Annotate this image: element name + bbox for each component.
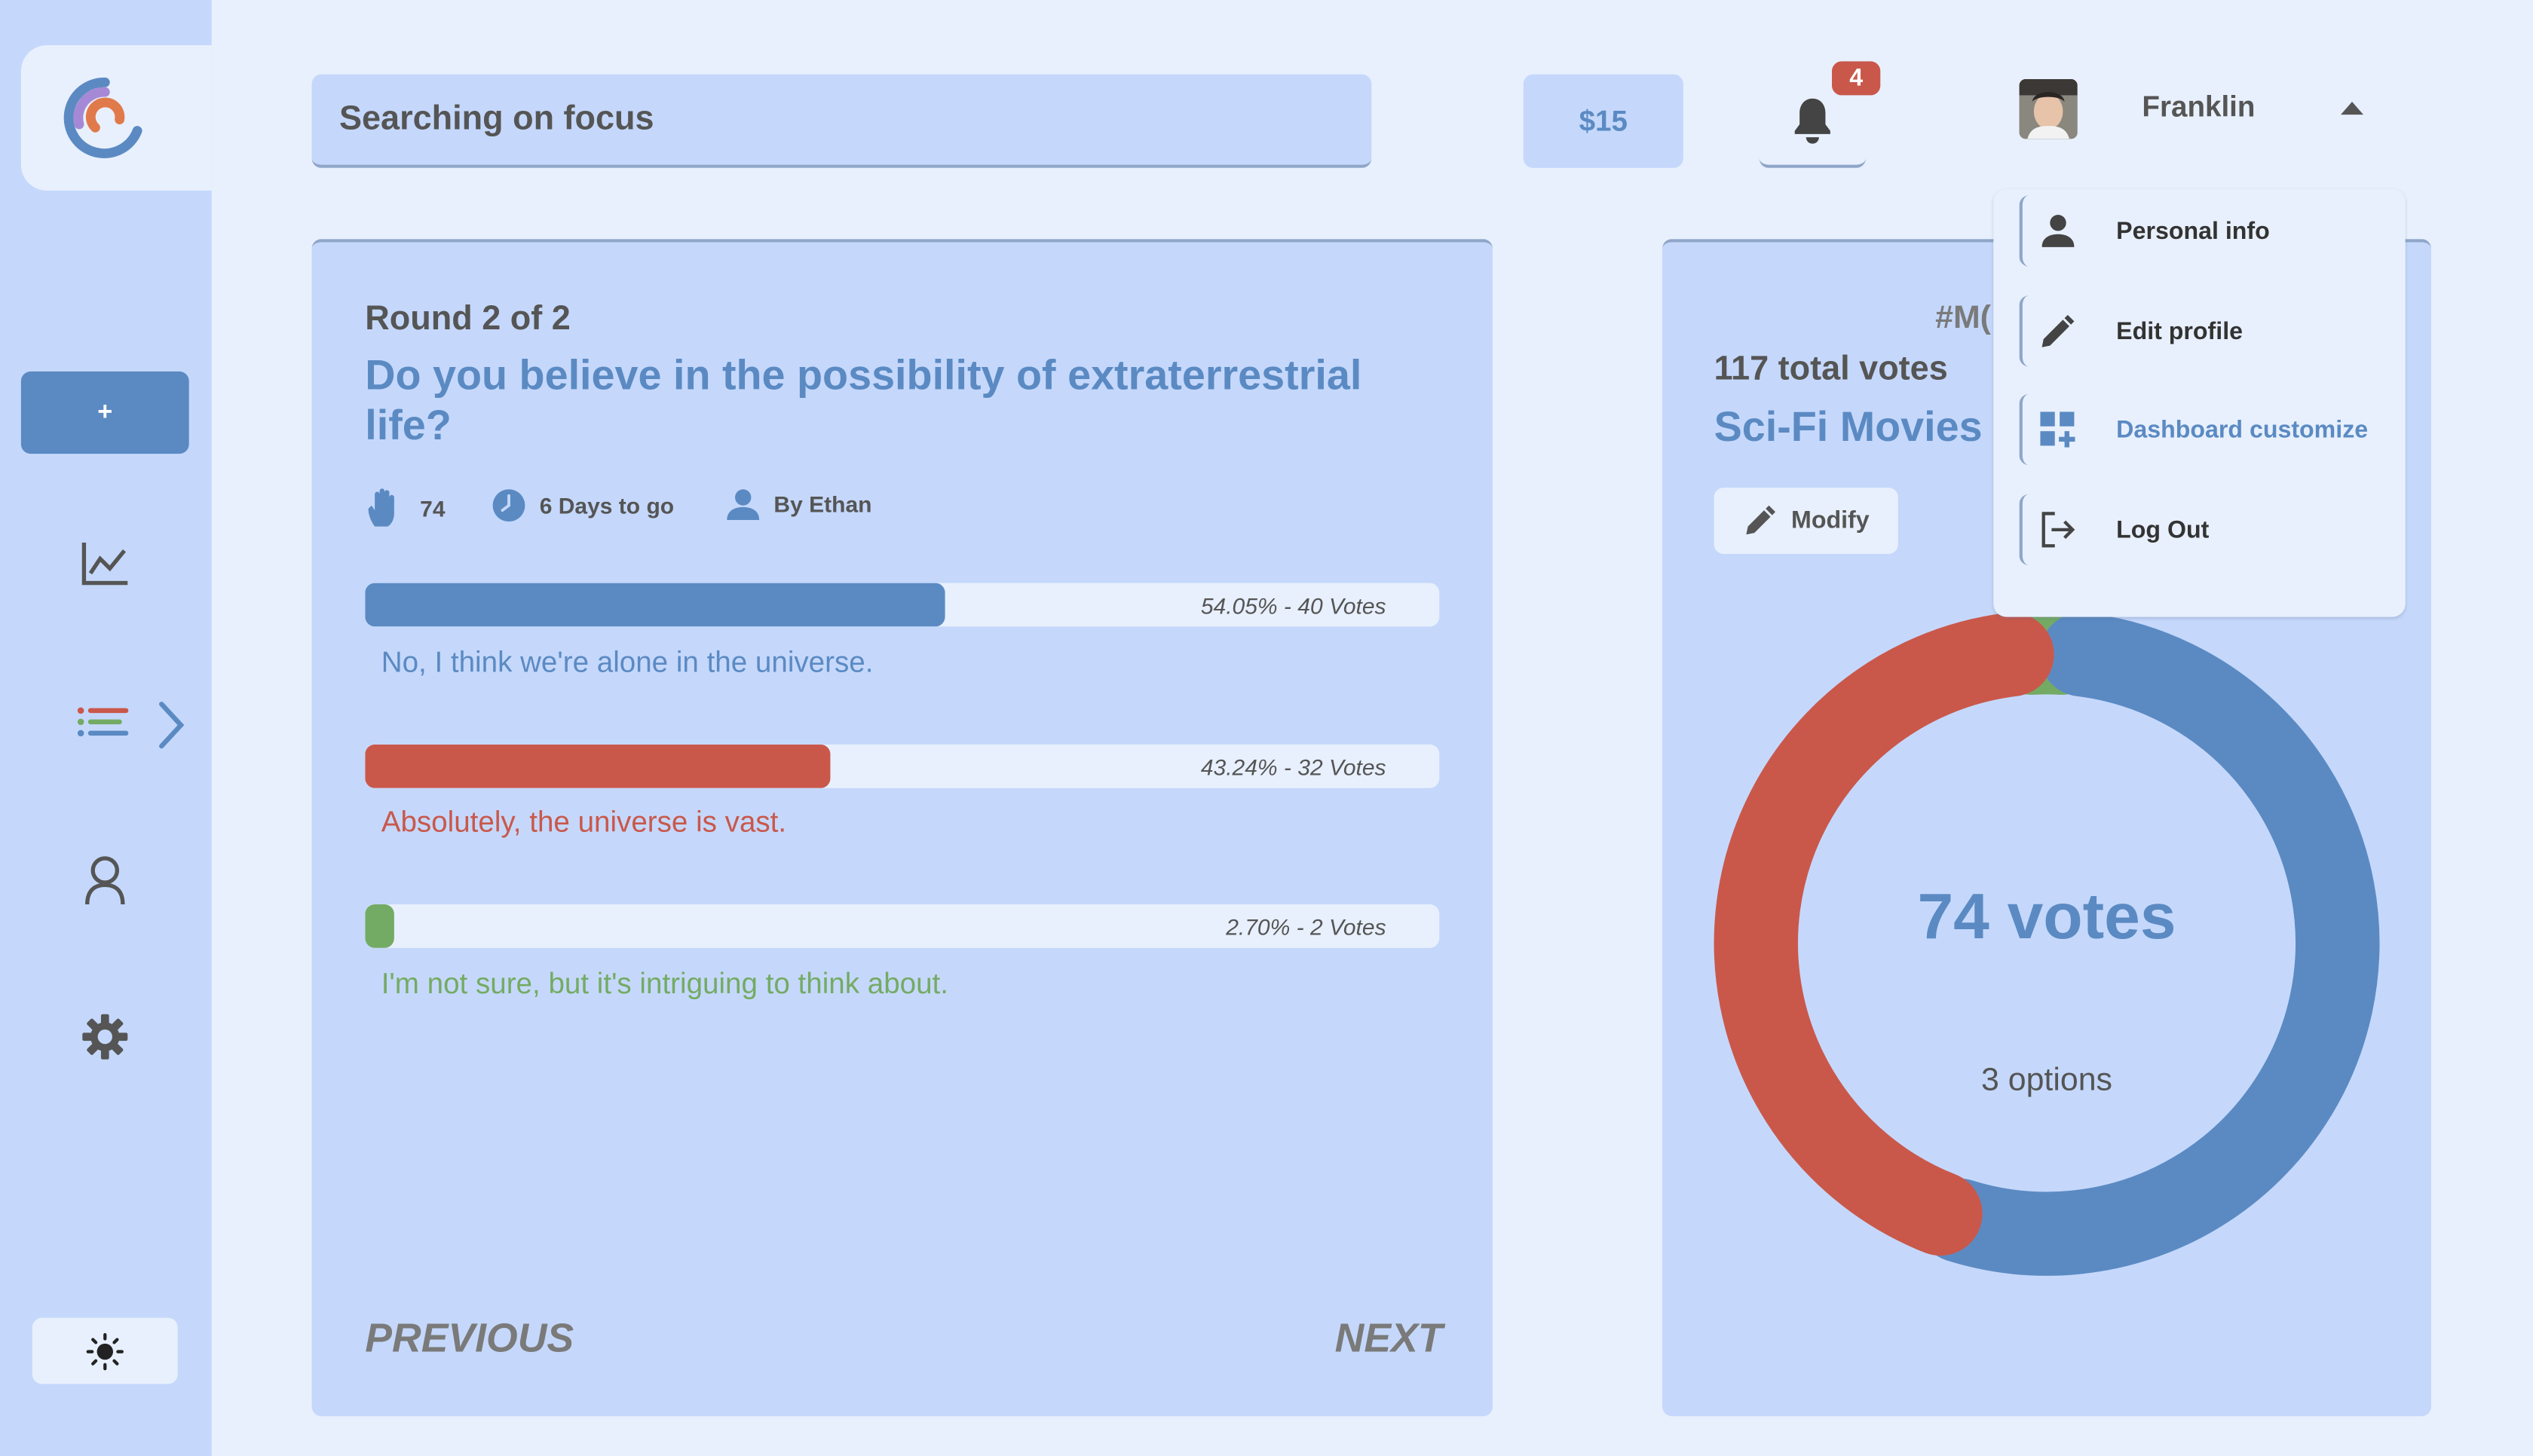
donut-total-votes: 74 votes [1917, 882, 2176, 953]
result-text: 2.70% - 2 Votes [1226, 913, 1386, 941]
result-fill [365, 583, 946, 627]
sidebar-item-polls[interactable] [71, 694, 200, 755]
deadline-meta: 6 Days to go [491, 488, 674, 523]
option-label[interactable]: No, I think we're alone in the universe. [381, 646, 874, 680]
menu-item-label: Log Out [2116, 515, 2210, 544]
author-name: By Ethan [773, 491, 872, 517]
menu-item-edit-profile[interactable]: Edit profile [2019, 295, 2406, 367]
poll-hashtag: #M( [1935, 300, 1991, 336]
next-button[interactable]: NEXT [1335, 1316, 1443, 1363]
clock-icon [492, 489, 525, 522]
modify-label: Modify [1791, 506, 1870, 535]
logout-icon [2041, 512, 2075, 548]
participants-meta: 74 [365, 488, 446, 530]
previous-button[interactable]: PREVIOUS [365, 1316, 574, 1363]
sidebar: + [0, 0, 212, 1456]
search-input[interactable]: Searching on focus [311, 74, 1372, 168]
bell-icon [1794, 98, 1830, 144]
chart-line-icon[interactable] [78, 538, 133, 590]
notification-count-badge: 4 [1832, 61, 1881, 96]
balance-button[interactable]: $15 [1523, 74, 1683, 168]
result-fill [365, 744, 830, 788]
person-icon [2041, 215, 2075, 247]
author-meta: By Ethan [725, 488, 871, 520]
participants-count: 74 [420, 495, 446, 522]
dashboard-icon [2040, 411, 2075, 448]
menu-item-label: Personal info [2116, 217, 2270, 245]
gear-icon[interactable] [79, 1011, 131, 1063]
pencil-icon [2041, 314, 2075, 347]
user-name[interactable]: Franklin [2142, 90, 2255, 129]
round-indicator: Round 2 of 2 [365, 300, 571, 338]
poll-question: Do you believe in the possibility of ext… [365, 350, 1362, 449]
logo[interactable] [20, 45, 212, 191]
pencil-icon [1746, 504, 1775, 534]
menu-item-log-out[interactable]: Log Out [2019, 494, 2406, 565]
user-dropdown-menu: Personal info Edit profile Dashboard cus… [1993, 188, 2406, 617]
sun-icon [86, 1332, 124, 1370]
add-poll-button[interactable]: + [20, 371, 189, 454]
theme-toggle-button[interactable] [32, 1317, 178, 1384]
donut-options-count: 3 options [1981, 1063, 2112, 1099]
option-label[interactable]: I'm not sure, but it's intriguing to thi… [381, 968, 948, 1002]
poll-card: Round 2 of 2 Do you believe in the possi… [311, 239, 1493, 1417]
option-result-bar[interactable]: 2.70% - 2 Votes [365, 904, 1440, 948]
list-icon [77, 702, 185, 749]
chevron-up-icon[interactable] [2341, 102, 2363, 115]
option-result-bar[interactable]: 54.05% - 40 Votes [365, 583, 1440, 627]
poll-category: Sci-Fi Movies [1714, 402, 1983, 451]
option-result-bar[interactable]: 43.24% - 32 Votes [365, 744, 1440, 788]
result-text: 54.05% - 40 Votes [1200, 592, 1386, 619]
menu-item-label: Edit profile [2116, 317, 2244, 345]
person-icon [727, 489, 760, 520]
time-left: 6 Days to go [539, 492, 675, 518]
total-votes: 117 total votes [1714, 350, 1948, 388]
app-stage: + Searching on focus $15 4 Franklin Roun… [0, 0, 2533, 1456]
logo-icon [63, 77, 142, 158]
modify-button[interactable]: Modify [1714, 488, 1898, 554]
result-text: 43.24% - 32 Votes [1200, 754, 1386, 780]
hand-icon [368, 488, 394, 527]
avatar[interactable] [2019, 79, 2078, 139]
menu-item-label: Dashboard customize [2116, 415, 2369, 444]
option-label[interactable]: Absolutely, the universe is vast. [381, 806, 786, 840]
user-icon[interactable] [81, 852, 129, 907]
menu-item-personal-info[interactable]: Personal info [2019, 195, 2406, 267]
menu-item-dashboard-customize[interactable]: Dashboard customize [2019, 393, 2406, 466]
result-fill [365, 904, 394, 948]
